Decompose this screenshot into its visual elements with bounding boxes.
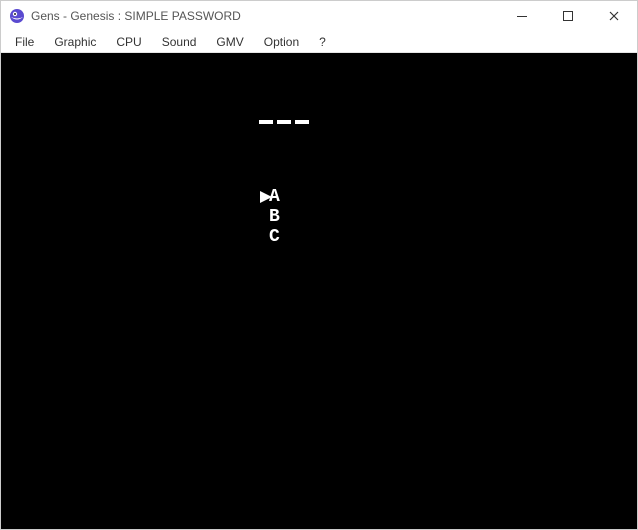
menu-help[interactable]: ? — [309, 33, 336, 51]
menu-gmv[interactable]: GMV — [206, 33, 253, 51]
titlebar: Gens - Genesis : SIMPLE PASSWORD — [1, 1, 637, 31]
password-slot — [259, 120, 273, 124]
password-slots — [259, 120, 309, 124]
close-button[interactable] — [591, 1, 637, 31]
option-row[interactable]: A — [257, 188, 281, 206]
option-row[interactable]: C — [257, 228, 281, 246]
option-letter: B — [269, 209, 281, 225]
app-window: Gens - Genesis : SIMPLE PASSWORD File Gr… — [0, 0, 638, 530]
minimize-button[interactable] — [499, 1, 545, 31]
menu-cpu[interactable]: CPU — [106, 33, 151, 51]
option-row[interactable]: B — [257, 208, 281, 226]
game-viewport[interactable]: A B C — [1, 53, 637, 529]
menu-file[interactable]: File — [5, 33, 44, 51]
app-icon — [9, 8, 25, 24]
password-options: A B C — [257, 188, 281, 246]
password-slot — [295, 120, 309, 124]
window-controls — [499, 1, 637, 31]
option-letter: A — [269, 189, 281, 205]
menubar: File Graphic CPU Sound GMV Option ? — [1, 31, 637, 53]
menu-option[interactable]: Option — [254, 33, 309, 51]
option-letter: C — [269, 229, 281, 245]
menu-sound[interactable]: Sound — [152, 33, 207, 51]
password-slot — [277, 120, 291, 124]
menu-graphic[interactable]: Graphic — [44, 33, 106, 51]
window-title: Gens - Genesis : SIMPLE PASSWORD — [31, 9, 499, 23]
maximize-button[interactable] — [545, 1, 591, 31]
